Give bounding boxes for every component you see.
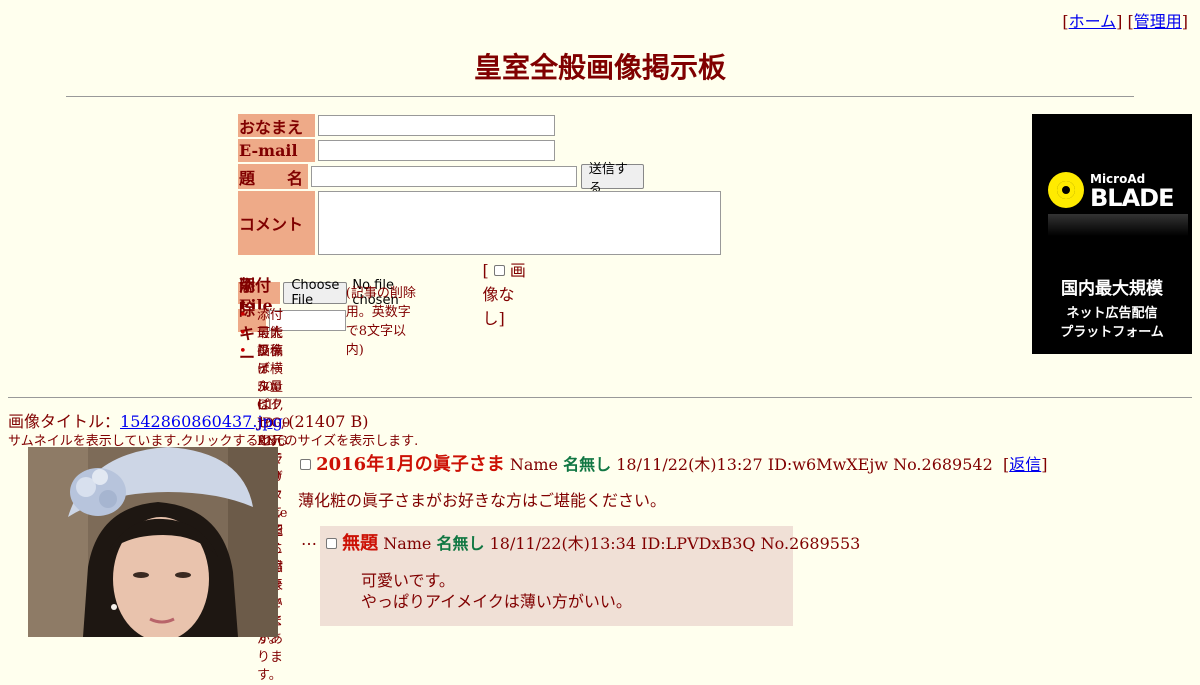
no-image-option: [ 画像なし] — [482, 261, 526, 328]
logo-reflection — [1048, 214, 1188, 236]
no-image-checkbox[interactable] — [493, 265, 505, 276]
reply-post: 無題 Name 名無し 18/11/22(木)13:34 ID:LPVDxB3Q… — [320, 526, 860, 626]
image-file-link[interactable]: 1542860860437.jpg — [120, 412, 283, 431]
comment-textarea[interactable] — [318, 191, 721, 255]
reply-id: ID:LPVDxB3Q — [641, 534, 756, 553]
image-title: 画像タイトル：1542860860437.jpg-(21407 B) — [8, 412, 369, 431]
reply-header: 無題 Name 名無し 18/11/22(木)13:34 ID:LPVDxB3Q… — [326, 529, 860, 555]
op-subject: 2016年1月の眞子さま — [316, 454, 505, 475]
op-datetime: 18/11/22(木)13:27 — [616, 455, 763, 474]
microad-logo-icon — [1048, 172, 1084, 208]
ad-banner[interactable]: MicroAd BLADE 国内最大規模 ネット広告配信 プラットフォーム — [1032, 114, 1192, 354]
name-input[interactable] — [318, 115, 555, 136]
comment-label: コメント — [238, 191, 315, 255]
note-item: 画像は横 500ピクセル、縦 500ピクセルを超えると縮小表示されます。 — [238, 343, 290, 647]
thread-thumbnail-image[interactable] — [28, 447, 278, 637]
home-link[interactable]: ホーム — [1069, 12, 1117, 31]
reply-body-line: やっぱりアイメイクは薄い方がいい。 — [361, 592, 632, 611]
image-size: -(21407 B) — [282, 412, 369, 431]
no-image-label: 画像なし — [482, 261, 526, 328]
reply-indent-marker: … — [301, 530, 317, 549]
admin-link[interactable]: 管理用 — [1134, 12, 1182, 31]
reply-link[interactable]: 返信 — [1009, 455, 1041, 474]
op-body: 薄化粧の眞子さまがお好きな方はご堪能ください。 — [298, 491, 667, 510]
page-title: 皇室全般画像掲示板 — [473, 51, 726, 84]
reply-subject: 無題 — [342, 533, 379, 554]
divider — [8, 397, 1192, 398]
submit-button[interactable]: 送信する — [580, 162, 645, 196]
op-number: No.2689542 — [893, 455, 993, 474]
ad-line-2: ネット広告配信 — [1066, 306, 1158, 321]
ad-line-1: 国内最大規模 — [1061, 279, 1163, 299]
top-links: [ホーム] [管理用] — [1062, 12, 1188, 31]
subject-label: 題 名 — [238, 164, 308, 189]
reply-name-prefix: Name — [383, 534, 432, 553]
reply-number: No.2689553 — [760, 534, 861, 553]
op-name: 名無し — [563, 455, 612, 474]
posting-notes: 添付可能ファイル：GIF, JPG, PNG ブラウザによっては正常に添付できな… — [238, 307, 290, 683]
op-id: ID:w6MwXEjw — [767, 455, 888, 474]
email-label: E-mail — [238, 139, 315, 162]
note-item: 最大投稿データ量は 1000 KB までです。sage機能付き。 — [238, 325, 290, 575]
thread-op-header: 2016年1月の眞子さま Name 名無し 18/11/22(木)13:27 I… — [300, 450, 1047, 476]
subject-input[interactable] — [310, 166, 577, 187]
name-label: おなまえ — [238, 114, 315, 137]
op-name-prefix: Name — [509, 455, 558, 474]
delete-key-note: (記事の削除用。英数字で8文字以内) — [345, 286, 416, 358]
ad-brand-large: BLADE — [1090, 184, 1174, 212]
op-delete-checkbox[interactable] — [300, 459, 311, 470]
ad-line-3: プラットフォーム — [1060, 325, 1164, 340]
reply-delete-checkbox[interactable] — [326, 538, 337, 549]
divider — [66, 96, 1134, 97]
email-input[interactable] — [318, 140, 555, 161]
reply-datetime: 18/11/22(木)13:34 — [489, 534, 637, 553]
reply-name: 名無し — [436, 534, 485, 553]
note-item: 添付可能ファイル：GIF, JPG, PNG ブラウザによっては正常に添付できな… — [238, 307, 290, 683]
